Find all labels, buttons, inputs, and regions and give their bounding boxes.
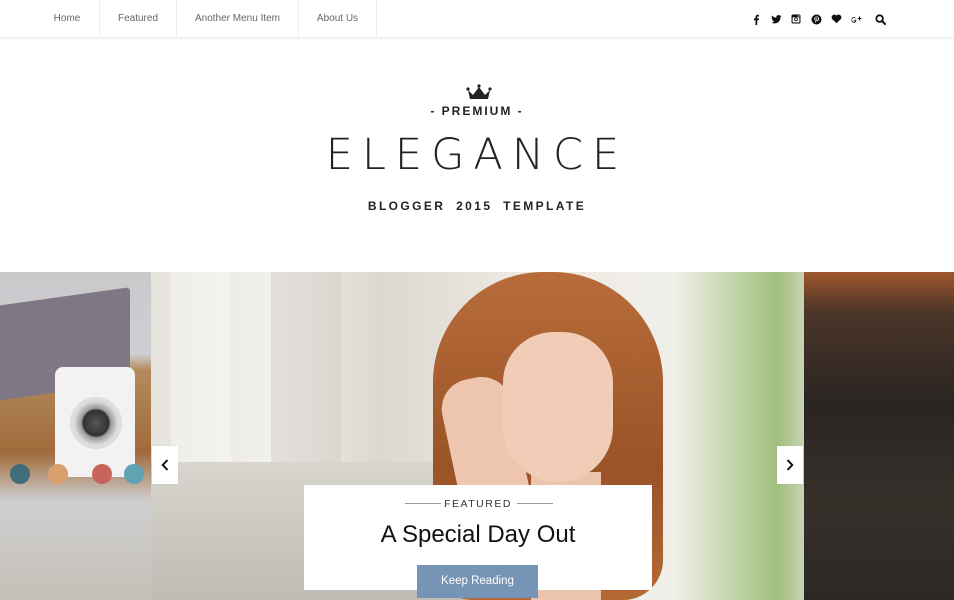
chevron-right-icon (786, 459, 794, 471)
caption-category-label: FEATURED (444, 498, 512, 510)
logo-brand-name: ELEGANCE (325, 130, 629, 180)
slider-prev-button[interactable] (152, 446, 178, 484)
main-menu: Home Featured Another Menu Item About Us (35, 0, 377, 38)
slide-next-image[interactable] (804, 272, 954, 600)
instagram-icon[interactable] (786, 9, 806, 29)
pinterest-icon[interactable] (806, 9, 826, 29)
logo-premium-label: - PREMIUM - (430, 104, 524, 118)
google-plus-icon[interactable] (846, 9, 866, 29)
menu-item-home[interactable]: Home (35, 0, 100, 38)
slider-next-button[interactable] (777, 446, 803, 484)
chevron-left-icon (161, 459, 169, 471)
menu-item-about-us[interactable]: About Us (299, 0, 377, 38)
featured-slider: FEATURED A Special Day Out Keep Reading (0, 272, 954, 600)
site-logo[interactable]: - PREMIUM - ELEGANCE BLOGGER 2015 TEMPLA… (0, 80, 954, 220)
facebook-icon[interactable] (746, 9, 766, 29)
menu-item-another[interactable]: Another Menu Item (177, 0, 299, 38)
heart-icon[interactable] (826, 9, 846, 29)
top-navigation-bar: Home Featured Another Menu Item About Us (0, 0, 954, 38)
caption-divider-right (517, 503, 553, 504)
keep-reading-button[interactable]: Keep Reading (417, 565, 538, 598)
menu-item-featured[interactable]: Featured (100, 0, 177, 38)
slide-previous-image[interactable] (0, 272, 151, 600)
search-icon[interactable] (870, 9, 890, 29)
social-links (746, 0, 866, 38)
twitter-icon[interactable] (766, 9, 786, 29)
caption-post-title[interactable]: A Special Day Out (304, 521, 652, 549)
logo-tagline: BLOGGER 2015 TEMPLATE (367, 199, 587, 213)
slide-caption: FEATURED A Special Day Out Keep Reading (304, 485, 652, 598)
